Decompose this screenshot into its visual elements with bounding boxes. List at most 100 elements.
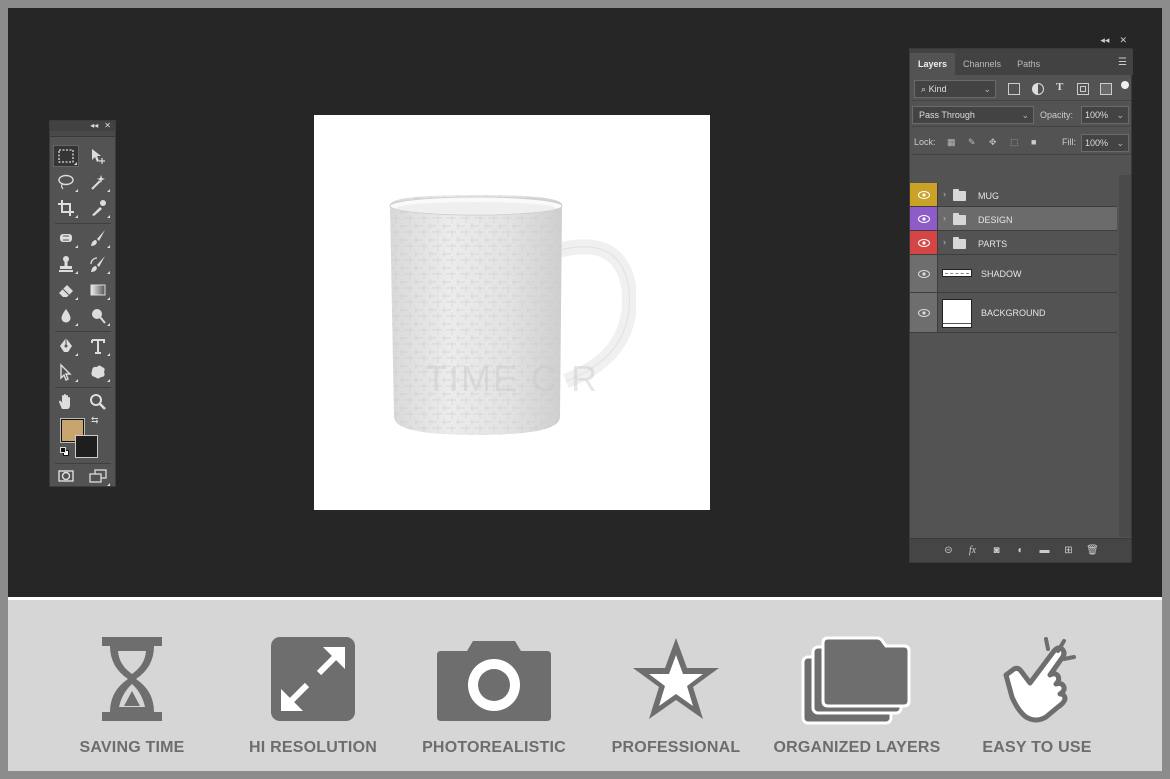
feature-label: PROFESSIONAL [611,739,741,756]
blend-mode-value: Pass Through [919,110,975,120]
fill-label: Fill: [1062,137,1076,147]
tab-paths[interactable]: Paths [1009,53,1048,75]
shape-filter-icon[interactable] [1077,83,1089,95]
screen-mode-icon[interactable] [85,465,111,487]
marquee-tool-icon[interactable] [53,145,79,167]
feature-label: PHOTOREALISTIC [422,739,566,756]
smart-object-filter-icon[interactable] [1100,83,1112,95]
move-tool-icon[interactable] [85,145,111,167]
document-canvas[interactable]: TIME C R [314,115,710,510]
visibility-eye-icon[interactable] [910,255,938,292]
gradient-tool-icon[interactable] [85,279,111,301]
visibility-eye-icon[interactable] [910,293,938,332]
eraser-tool-icon[interactable] [53,279,79,301]
expand-arrow-icon[interactable]: › [943,237,946,247]
pen-tool-icon[interactable] [53,335,79,357]
feature-hi-resolution: HI RESOLUTION [228,635,398,756]
new-group-icon[interactable]: ▬ [1038,544,1051,557]
blend-mode-dropdown[interactable]: Pass Through ⌄ [912,106,1034,124]
new-layer-icon[interactable]: ⊞ [1062,544,1075,557]
layer-name: SHADOW [981,269,1022,279]
hand-tool-icon[interactable] [53,391,79,413]
layer-row-parts[interactable]: › PARTS [910,231,1117,255]
lock-position-icon[interactable]: ✥ [989,133,997,151]
history-brush-icon[interactable] [85,253,111,275]
close-panel-icon[interactable]: ✕ [1119,35,1127,46]
visibility-eye-icon[interactable] [910,207,938,230]
feature-label: EASY TO USE [982,739,1092,756]
pixel-filter-icon[interactable] [1008,83,1020,95]
dodge-tool-icon[interactable] [85,305,111,327]
opacity-value: 100% [1085,110,1109,120]
visibility-eye-icon[interactable] [910,231,938,254]
default-colors-icon[interactable] [60,447,70,457]
star-icon [633,638,719,719]
feature-organized-layers: ORGANIZED LAYERS [772,635,942,756]
panel-menu-icon[interactable]: ☰ [1118,57,1127,68]
folder-icon [953,189,966,201]
opacity-field[interactable]: 100% ⌄ [1081,106,1129,124]
chevron-down-icon: ⌄ [983,84,991,94]
visibility-eye-icon[interactable] [910,183,938,206]
adjustment-filter-icon[interactable] [1032,83,1044,95]
type-filter-icon[interactable]: T [1056,81,1068,93]
expand-arrows-icon [271,637,355,721]
layers-scrollbar[interactable] [1119,175,1131,537]
collapse-panel-icon[interactable]: ◂◂ [1100,35,1109,46]
fill-field[interactable]: 100% ⌄ [1081,134,1129,152]
clone-stamp-icon[interactable] [53,253,79,275]
lock-image-icon[interactable]: ✎ [968,133,976,151]
lock-artboard-icon[interactable]: ⬚ [1010,133,1019,151]
pointing-hand-icon [1003,637,1076,723]
adjustment-layer-icon[interactable]: ◐ [1014,544,1027,557]
link-layers-icon[interactable]: ⊝ [942,544,955,557]
chevron-down-icon: ⌄ [1116,110,1124,120]
layer-thumbnail [942,269,972,277]
layer-row-background[interactable]: BACKGROUND [910,293,1117,333]
layers-panel: ◂◂ ✕ Layers Channels Paths ☰ ⌕ Kind ⌄ T [909,35,1133,563]
filter-toggle[interactable] [1121,81,1129,89]
quick-mask-icon[interactable] [53,465,79,487]
zoom-tool-icon[interactable] [85,391,111,413]
custom-shape-icon[interactable] [85,361,111,383]
camera-icon [437,641,551,721]
collapse-icon[interactable]: ◂◂ [90,121,98,131]
feature-label: ORGANIZED LAYERS [773,739,941,756]
fx-icon[interactable]: fx [966,544,979,557]
folder-icon [953,237,966,249]
layer-row-design[interactable]: › DESIGN [910,207,1117,231]
layer-name: PARTS [978,239,1008,249]
tab-layers[interactable]: Layers [910,53,956,75]
folder-icon [953,213,966,225]
brush-tool-icon[interactable] [85,227,111,249]
feature-professional: PROFESSIONAL [591,635,761,756]
close-icon[interactable]: ✕ [104,121,111,131]
background-color-swatch[interactable] [75,435,98,458]
expand-arrow-icon[interactable]: › [943,213,946,223]
eyedropper-icon[interactable] [85,197,111,219]
feature-photorealistic: PHOTOREALISTIC [409,635,579,756]
layer-row-shadow[interactable]: SHADOW [910,255,1117,293]
expand-arrow-icon[interactable]: › [943,189,946,199]
panel-grip[interactable] [50,131,115,137]
tab-channels[interactable]: Channels [955,53,1009,75]
add-mask-icon[interactable]: ◙ [990,544,1003,557]
blur-tool-icon[interactable] [53,305,79,327]
swap-colors-icon[interactable]: ⇆ [91,415,99,426]
path-selection-icon[interactable] [53,361,79,383]
healing-brush-icon[interactable] [53,227,79,249]
lock-all-icon[interactable]: ■ [1031,133,1036,151]
trash-icon[interactable]: 🗑 [1086,544,1099,557]
layer-name: MUG [978,191,999,201]
lasso-tool-icon[interactable] [53,171,79,193]
panel-tabs: Layers Channels Paths ☰ [910,49,1133,75]
crop-tool-icon[interactable] [53,197,79,219]
tools-panel: ◂◂ ✕ ⇆ [49,120,116,487]
type-tool-icon[interactable] [85,335,111,357]
layer-row-mug[interactable]: › MUG [910,183,1117,207]
filter-kind-dropdown[interactable]: ⌕ Kind ⌄ [914,80,996,98]
lock-transparency-icon[interactable]: ▦ [947,133,956,151]
filter-kind-value: Kind [928,84,947,94]
magic-wand-icon[interactable] [85,171,111,193]
hourglass-icon [102,637,162,721]
